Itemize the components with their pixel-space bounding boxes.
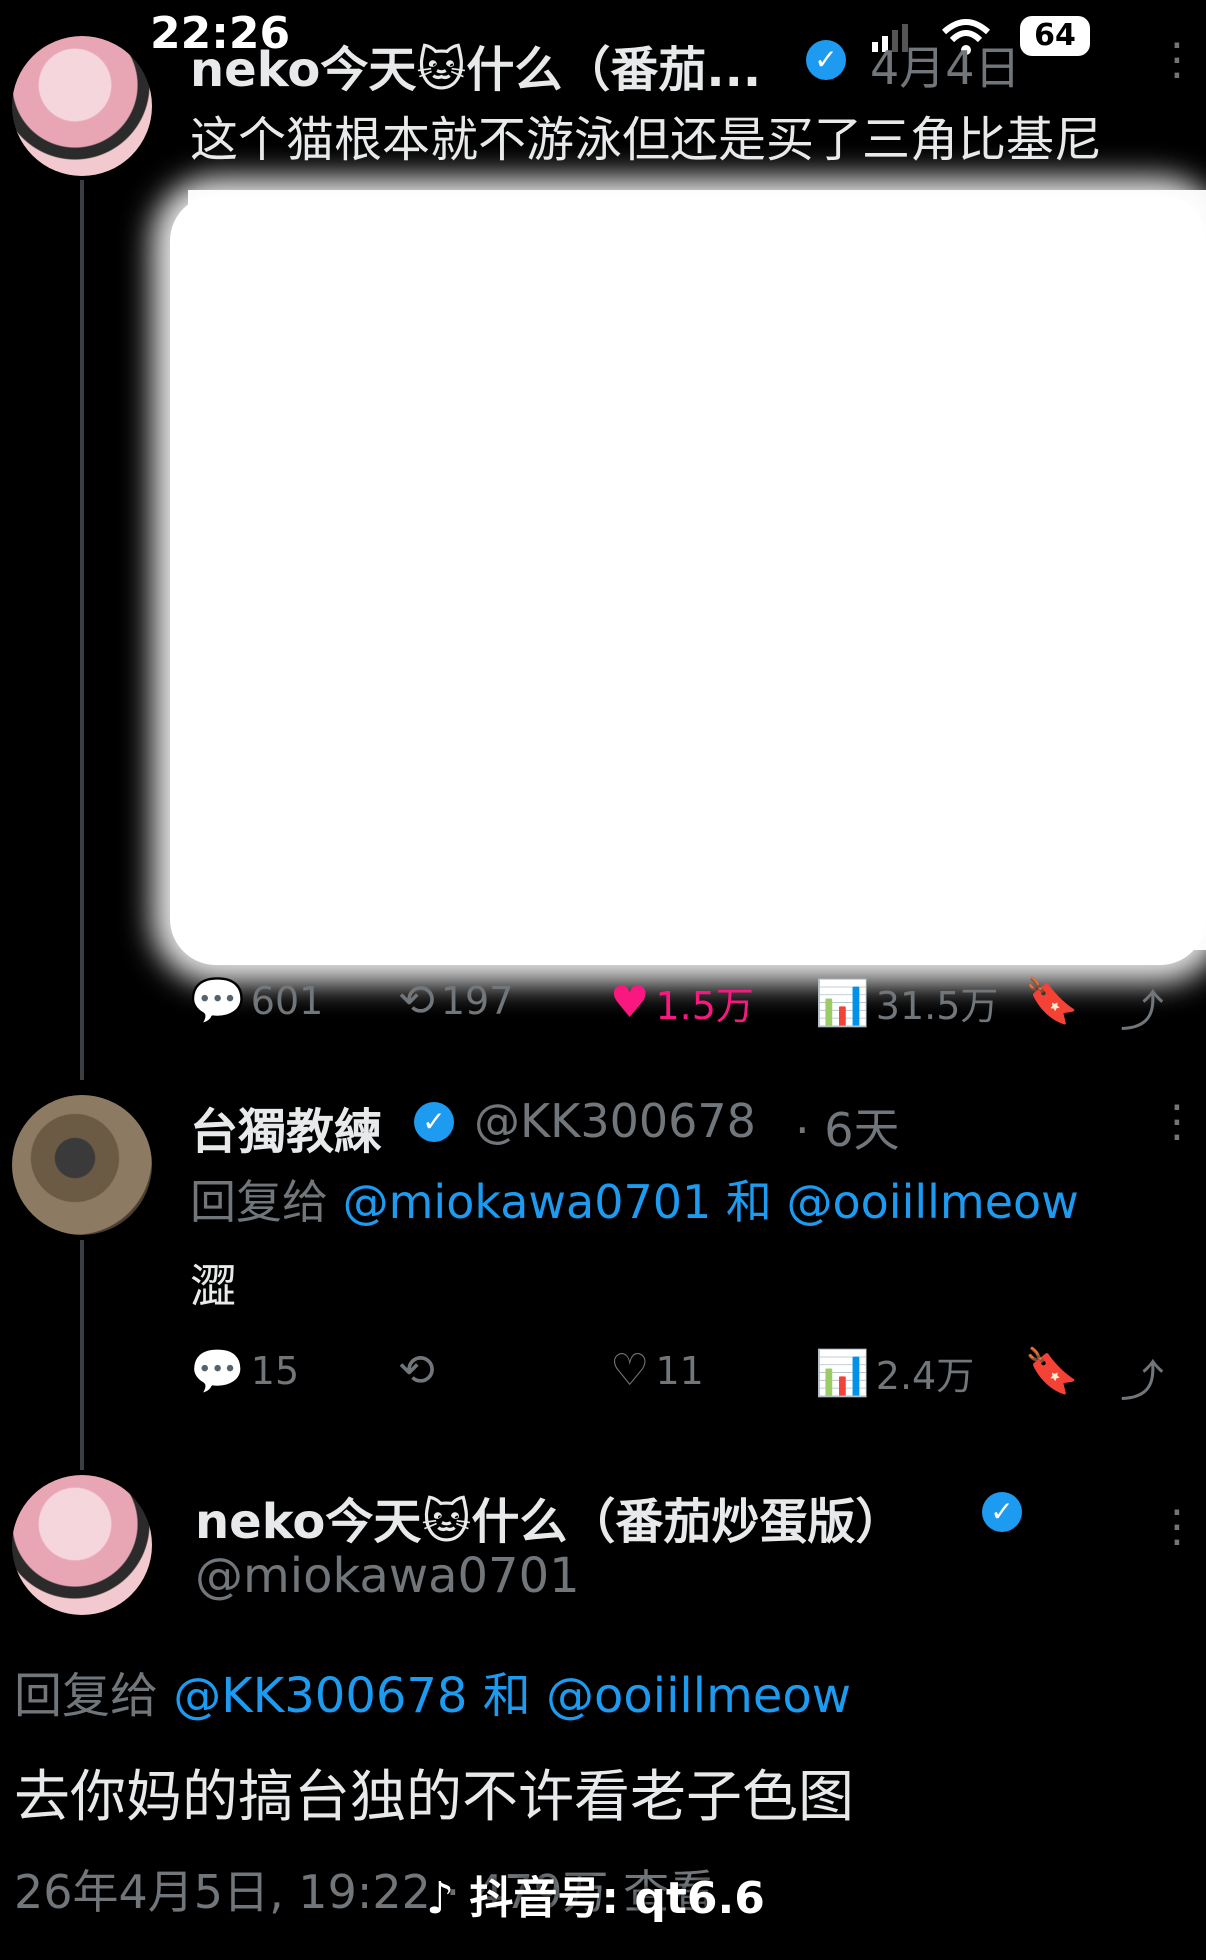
- mention-link[interactable]: @KK300678: [173, 1668, 467, 1724]
- share-button[interactable]: ⤴: [1120, 975, 1170, 1039]
- battery-indicator: 64: [1020, 16, 1090, 56]
- reply-context: 回复给 @KK300678 和 @ooiillmeow: [14, 1656, 851, 1726]
- image-redaction: [170, 195, 1206, 965]
- avatar[interactable]: [12, 1475, 152, 1615]
- like-count: 11: [655, 1348, 704, 1393]
- avatar[interactable]: [12, 36, 152, 176]
- reply-prefix: 回复给: [14, 1668, 159, 1724]
- heart-icon: ♥: [610, 977, 650, 1028]
- retweet-button[interactable]: ⟲ 197: [398, 975, 513, 1026]
- mention-link[interactable]: @miokawa0701: [343, 1175, 712, 1229]
- like-button[interactable]: ♥ 1.5万: [610, 975, 754, 1030]
- bookmark-icon: 🔖: [1024, 1346, 1079, 1397]
- reply-icon: 💬: [190, 976, 245, 1027]
- post-text: 去你妈的搞台独的不许看老子色图: [14, 1765, 854, 1830]
- author-name[interactable]: neko今天🐱什么（番茄...: [190, 30, 761, 100]
- reply-icon: 💬: [190, 1346, 245, 1397]
- bookmark-button[interactable]: 🔖: [1024, 1345, 1085, 1397]
- more-icon[interactable]: ⋮: [1155, 38, 1199, 82]
- retweet-count: 197: [440, 978, 514, 1023]
- post-text: 澀: [190, 1259, 236, 1313]
- reply-count: 601: [250, 979, 324, 1023]
- watermark-label: 抖音号: qt6.6: [469, 1873, 765, 1924]
- like-button[interactable]: ♡ 11: [610, 1345, 704, 1396]
- bookmark-icon: 🔖: [1024, 976, 1079, 1027]
- verified-icon: ✓: [982, 1492, 1022, 1532]
- views-icon: 📊: [815, 1347, 870, 1399]
- post-time[interactable]: · 6天: [795, 1094, 900, 1160]
- retweet-icon: ⟲: [398, 975, 435, 1026]
- avatar[interactable]: [12, 1095, 152, 1235]
- share-icon: ⤴: [1120, 1356, 1164, 1407]
- heart-outline-icon: ♡: [610, 1345, 650, 1396]
- more-icon[interactable]: ⋮: [1155, 1505, 1199, 1549]
- retweet-button[interactable]: ⟲: [398, 1345, 441, 1396]
- views-button[interactable]: 📊 2.4万: [815, 1345, 974, 1400]
- and-text: 和: [482, 1668, 531, 1724]
- mention-link[interactable]: @ooiillmeow: [787, 1175, 1079, 1229]
- views-icon: 📊: [815, 977, 870, 1029]
- verified-icon: ✓: [806, 40, 846, 80]
- and-text: 和: [725, 1175, 772, 1229]
- thread-line: [80, 1240, 84, 1470]
- reply-context: 回复给 @miokawa0701 和 @ooiillmeow: [190, 1166, 1079, 1232]
- view-count: 31.5万: [875, 984, 999, 1028]
- share-button[interactable]: ⤴: [1120, 1345, 1170, 1409]
- author-handle[interactable]: @KK300678: [474, 1094, 756, 1148]
- tiktok-icon: ♪: [426, 1873, 455, 1924]
- reply-button[interactable]: 💬 15: [190, 1345, 299, 1397]
- post-date[interactable]: 4月4日: [870, 32, 1021, 98]
- watermark: ♪ 抖音号: qt6.6: [426, 1862, 765, 1926]
- retweet-icon: ⟲: [398, 1345, 435, 1396]
- more-icon[interactable]: ⋮: [1155, 1100, 1199, 1144]
- bookmark-button[interactable]: 🔖: [1024, 975, 1085, 1027]
- reply-button[interactable]: 💬 601: [190, 975, 323, 1027]
- like-count: 1.5万: [655, 984, 754, 1028]
- mention-link[interactable]: @ooiillmeow: [546, 1668, 851, 1724]
- reply-count: 15: [250, 1349, 300, 1393]
- verified-icon: ✓: [414, 1102, 454, 1142]
- author-name[interactable]: 台獨教練: [190, 1092, 382, 1162]
- share-icon: ⤴: [1120, 986, 1164, 1037]
- battery-level: 64: [1034, 18, 1076, 53]
- author-name[interactable]: neko今天🐱什么（番茄炒蛋版）: [195, 1482, 903, 1552]
- author-handle[interactable]: @miokawa0701: [195, 1548, 580, 1604]
- post-text: 这个猫根本就不游泳但还是买了三角比基尼: [190, 112, 1103, 168]
- thread-line: [80, 180, 84, 1080]
- views-button[interactable]: 📊 31.5万: [815, 975, 998, 1030]
- reply-prefix: 回复给: [190, 1175, 328, 1229]
- view-count: 2.4万: [875, 1354, 975, 1398]
